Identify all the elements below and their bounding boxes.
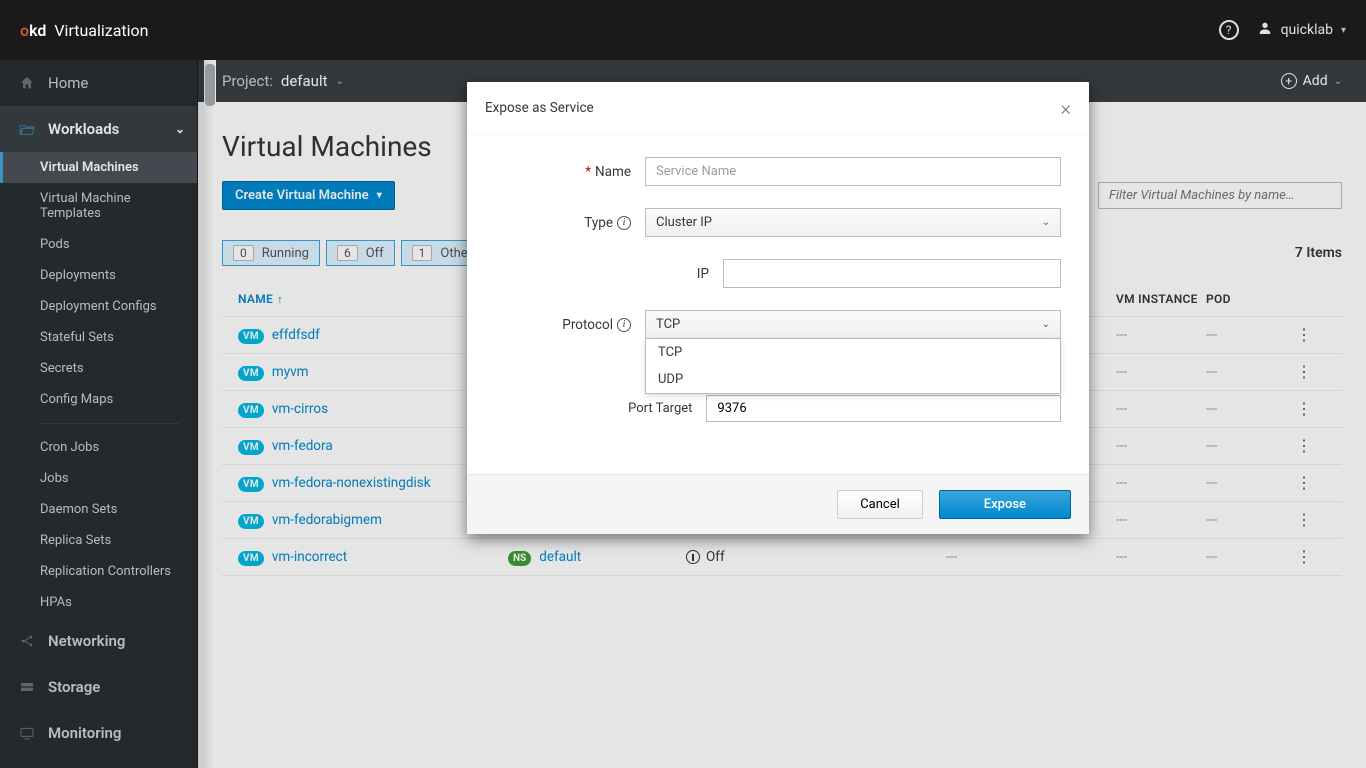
- protocol-label: Protocoli: [495, 317, 645, 333]
- nav-storage[interactable]: Storage: [0, 664, 197, 710]
- nav-workloads-label: Workloads: [48, 120, 119, 138]
- logo-o: o: [20, 21, 29, 40]
- ip-input[interactable]: [723, 259, 1061, 288]
- nav-networking-label: Networking: [48, 632, 125, 650]
- sidebar-item-cron-jobs[interactable]: Cron Jobs: [0, 432, 197, 463]
- chevron-down-icon: ⌄: [1042, 217, 1050, 228]
- nav-monitoring[interactable]: Monitoring: [0, 710, 197, 756]
- nav-monitoring-label: Monitoring: [48, 724, 121, 742]
- sidebar-item-deployment-configs[interactable]: Deployment Configs: [0, 291, 197, 322]
- sidebar-item-vm-templates[interactable]: Virtual Machine Templates: [0, 183, 197, 229]
- sidebar-item-daemon-sets[interactable]: Daemon Sets: [0, 494, 197, 525]
- sidebar-item-replication-controllers[interactable]: Replication Controllers: [0, 556, 197, 587]
- protocol-option-udp[interactable]: UDP: [646, 366, 1060, 393]
- sidebar-item-stateful-sets[interactable]: Stateful Sets: [0, 322, 197, 353]
- logo-kd: kd: [29, 21, 46, 40]
- sidebar: Home Workloads ⌄ Virtual Machines Virtua…: [0, 60, 198, 768]
- sidebar-item-deployments[interactable]: Deployments: [0, 260, 197, 291]
- sidebar-item-replica-sets[interactable]: Replica Sets: [0, 525, 197, 556]
- folder-open-icon: [18, 120, 36, 138]
- scrollbar-thumb[interactable]: [205, 64, 215, 106]
- service-name-input[interactable]: [645, 157, 1061, 186]
- nav-storage-label: Storage: [48, 678, 100, 696]
- brand-logo: okd Virtualization: [20, 21, 149, 40]
- divider: [40, 423, 179, 424]
- chevron-down-icon: ⌄: [1042, 319, 1050, 330]
- sidebar-item-virtual-machines[interactable]: Virtual Machines: [0, 152, 197, 183]
- sidebar-item-config-maps[interactable]: Config Maps: [0, 384, 197, 415]
- nav-home[interactable]: Home: [0, 60, 197, 106]
- nav-workloads[interactable]: Workloads ⌄: [0, 106, 197, 152]
- user-icon: [1257, 20, 1273, 41]
- nav-home-label: Home: [48, 74, 88, 92]
- protocol-dropdown: TCP UDP: [645, 339, 1061, 394]
- expose-service-modal: Expose as Service × *Name Typei Cluster …: [467, 82, 1089, 534]
- chevron-down-icon: ⌄: [175, 122, 185, 136]
- nav-networking[interactable]: Networking: [0, 618, 197, 664]
- cancel-button[interactable]: Cancel: [837, 490, 923, 519]
- port-target-label: Port Target: [495, 401, 706, 416]
- modal-title: Expose as Service: [485, 100, 594, 116]
- type-value: Cluster IP: [656, 215, 712, 230]
- type-label: Typei: [495, 215, 645, 231]
- storage-icon: [18, 678, 36, 696]
- type-select[interactable]: Cluster IP ⌄: [645, 208, 1061, 237]
- protocol-select[interactable]: TCP ⌄: [645, 310, 1061, 339]
- top-bar: okd Virtualization ? quicklab ▾: [0, 0, 1366, 60]
- home-icon: [18, 74, 36, 92]
- protocol-value: TCP: [656, 317, 680, 332]
- chevron-down-icon: ▾: [1341, 25, 1346, 36]
- sidebar-item-pods[interactable]: Pods: [0, 229, 197, 260]
- monitoring-icon: [18, 724, 36, 742]
- protocol-option-tcp[interactable]: TCP: [646, 339, 1060, 366]
- ip-label: IP: [495, 266, 723, 282]
- sidebar-item-jobs[interactable]: Jobs: [0, 463, 197, 494]
- info-icon[interactable]: i: [617, 216, 631, 230]
- name-label: *Name: [495, 164, 645, 180]
- help-icon[interactable]: ?: [1219, 20, 1239, 40]
- close-icon[interactable]: ×: [1061, 96, 1071, 120]
- sidebar-item-hpas[interactable]: HPAs: [0, 587, 197, 618]
- scrollbar-track[interactable]: [204, 60, 216, 768]
- sidebar-item-secrets[interactable]: Secrets: [0, 353, 197, 384]
- expose-button[interactable]: Expose: [939, 490, 1071, 519]
- networking-icon: [18, 632, 36, 650]
- logo-sub: Virtualization: [54, 21, 148, 40]
- user-name: quicklab: [1281, 22, 1333, 38]
- port-target-input[interactable]: [706, 395, 1061, 422]
- info-icon[interactable]: i: [617, 318, 631, 332]
- user-menu[interactable]: quicklab ▾: [1257, 20, 1346, 41]
